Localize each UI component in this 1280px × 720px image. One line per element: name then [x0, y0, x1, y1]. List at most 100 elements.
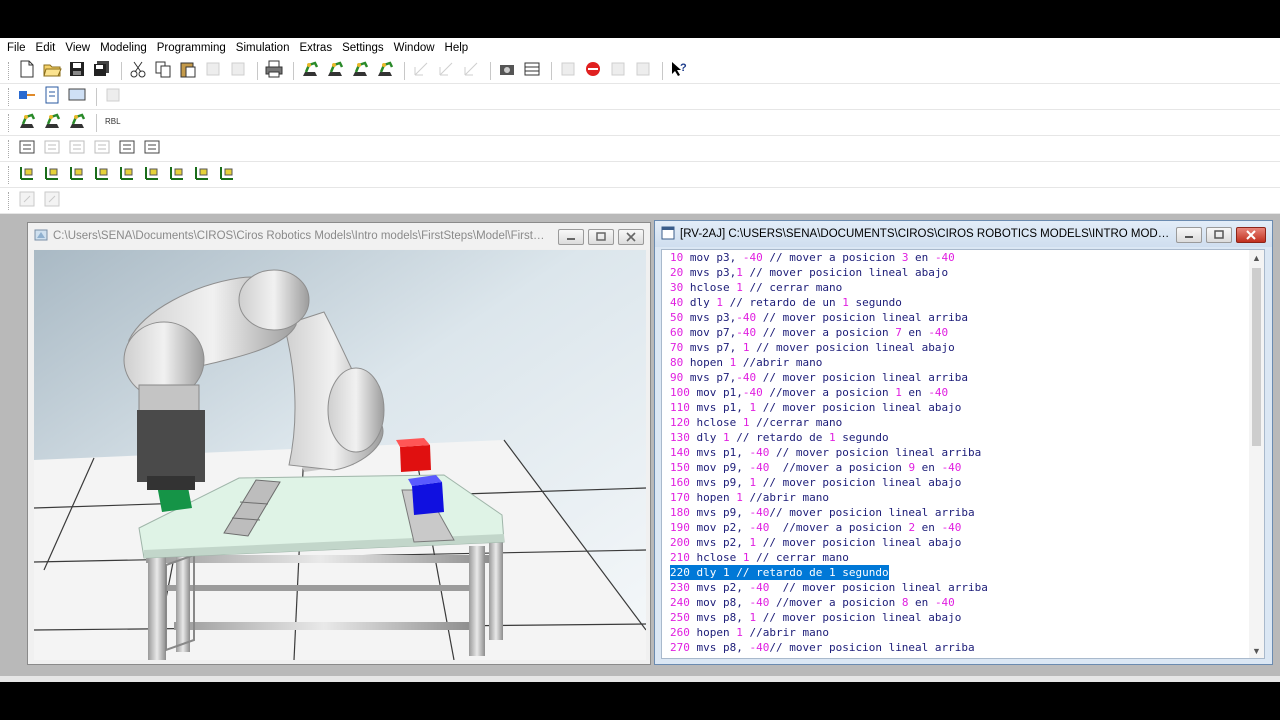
program-editor-titlebar[interactable]: [RV-2AJ] C:\USERS\SENA\DOCUMENTS\CIROS\C… [655, 221, 1272, 247]
redo-button[interactable] [227, 60, 249, 82]
robot-teach-button[interactable] [324, 60, 346, 82]
frame-base-button[interactable] [41, 164, 63, 186]
connect-button[interactable] [16, 86, 38, 108]
code-line[interactable]: 30 hclose 1 // cerrar mano [670, 280, 1250, 295]
monitor-button[interactable] [66, 86, 88, 108]
reset-button[interactable] [632, 60, 654, 82]
code-line[interactable]: 60 mov p7,-40 // mover a posicion 7 en -… [670, 325, 1250, 340]
code-line[interactable]: 190 mov p2, -40 //mover a posicion 2 en … [670, 520, 1250, 535]
model-3d-window[interactable]: C:\Users\SENA\Documents\CIROS\Ciros Robo… [27, 222, 651, 665]
io-grid-button[interactable] [141, 138, 163, 160]
code-line[interactable]: 160 mvs p9, 1 // mover posicion lineal a… [670, 475, 1250, 490]
robot-green-button[interactable] [66, 112, 88, 134]
document-button[interactable] [41, 86, 63, 108]
io-signal-button[interactable] [91, 138, 113, 160]
code-line[interactable]: 50 mvs p3,-40 // mover posicion lineal a… [670, 310, 1250, 325]
step-button[interactable] [607, 60, 629, 82]
rbl-button[interactable]: RBL [102, 112, 124, 134]
paste-button[interactable] [177, 60, 199, 82]
menu-file[interactable]: File [3, 38, 30, 58]
close-button[interactable] [1236, 227, 1266, 243]
frame-axis-button[interactable] [141, 164, 163, 186]
code-line[interactable]: 170 hopen 1 //abrir mano [670, 490, 1250, 505]
wand-button[interactable] [102, 86, 124, 108]
menu-programming[interactable]: Programming [153, 38, 230, 58]
frame-tool-button[interactable] [66, 164, 88, 186]
code-line[interactable]: 100 mov p1,-40 //mover a posicion 1 en -… [670, 385, 1250, 400]
code-line[interactable]: 120 hclose 1 //cerrar mano [670, 415, 1250, 430]
scrollbar-thumb[interactable] [1252, 268, 1261, 446]
camera-button[interactable] [496, 60, 518, 82]
code-line[interactable]: 150 mov p9, -40 //mover a posicion 9 en … [670, 460, 1250, 475]
stop-button[interactable] [582, 60, 604, 82]
toolbar-grip[interactable] [8, 61, 11, 80]
code-line[interactable]: 230 mvs p2, -40 // mover posicion lineal… [670, 580, 1250, 595]
frame-user-button[interactable] [91, 164, 113, 186]
frame-world-button[interactable] [16, 164, 38, 186]
vertical-scrollbar[interactable]: ▲ ▼ [1249, 250, 1264, 658]
code-line[interactable]: 40 dly 1 // retardo de un 1 segundo [670, 295, 1250, 310]
toolbar-grip[interactable] [8, 139, 11, 158]
play-button[interactable] [557, 60, 579, 82]
menu-modeling[interactable]: Modeling [96, 38, 151, 58]
minimize-button[interactable] [1176, 227, 1202, 243]
program-code-editor[interactable]: 10 mov p3, -40 // mover a posicion 3 en … [661, 249, 1265, 659]
frame-object-button[interactable] [116, 164, 138, 186]
film-button[interactable] [521, 60, 543, 82]
code-line[interactable]: 140 mvs p1, -40 // mover posicion lineal… [670, 445, 1250, 460]
code-line[interactable]: 250 mvs p8, 1 // mover posicion lineal a… [670, 610, 1250, 625]
toolbar-grip[interactable] [8, 191, 11, 210]
restore-button[interactable] [588, 229, 614, 245]
menu-view[interactable]: View [61, 38, 94, 58]
robot-move-button[interactable] [299, 60, 321, 82]
axis-y-button[interactable] [435, 60, 457, 82]
model-3d-titlebar[interactable]: C:\Users\SENA\Documents\CIROS\Ciros Robo… [28, 223, 650, 249]
undo-button[interactable] [202, 60, 224, 82]
code-line[interactable]: 180 mvs p9, -40// mover posicion lineal … [670, 505, 1250, 520]
io-in-button[interactable] [41, 138, 63, 160]
scroll-up-arrow-icon[interactable]: ▲ [1249, 250, 1264, 265]
menu-edit[interactable]: Edit [32, 38, 60, 58]
code-line[interactable]: 80 hopen 1 //abrir mano [670, 355, 1250, 370]
grid-edit-button[interactable] [41, 190, 63, 212]
code-line[interactable]: 110 mvs p1, 1 // mover posicion lineal a… [670, 400, 1250, 415]
close-button[interactable] [618, 229, 644, 245]
code-line[interactable]: 20 mvs p3,1 // mover posicion lineal aba… [670, 265, 1250, 280]
open-folder-button[interactable] [41, 60, 63, 82]
code-line[interactable]: 90 mvs p7,-40 // mover posicion lineal a… [670, 370, 1250, 385]
io-button[interactable] [16, 138, 38, 160]
code-line[interactable]: 240 mov p8, -40 //mover a posicion 8 en … [670, 595, 1250, 610]
code-line[interactable]: 220 dly 1 // retardo de 1 segundo [670, 565, 889, 580]
program-editor-window[interactable]: [RV-2AJ] C:\USERS\SENA\DOCUMENTS\CIROS\C… [654, 220, 1273, 665]
robot-step-button[interactable] [374, 60, 396, 82]
menu-window[interactable]: Window [390, 38, 439, 58]
robot-home-button[interactable] [16, 112, 38, 134]
robot-run-button[interactable] [349, 60, 371, 82]
io-monitor-button[interactable] [116, 138, 138, 160]
grid-small-button[interactable] [16, 190, 38, 212]
scroll-down-arrow-icon[interactable]: ▼ [1249, 643, 1264, 658]
frame-joint-button[interactable] [166, 164, 188, 186]
new-file-button[interactable] [16, 60, 38, 82]
toolbar-grip[interactable] [8, 165, 11, 184]
toolbar-grip[interactable] [8, 113, 11, 132]
copy-button[interactable] [152, 60, 174, 82]
save-all-button[interactable] [91, 60, 113, 82]
code-line[interactable]: 200 mvs p2, 1 // mover posicion lineal a… [670, 535, 1250, 550]
print-button[interactable] [263, 60, 285, 82]
menu-settings[interactable]: Settings [338, 38, 388, 58]
save-button[interactable] [66, 60, 88, 82]
restore-button[interactable] [1206, 227, 1232, 243]
code-line[interactable]: 270 mvs p8, -40// mover posicion lineal … [670, 640, 1250, 655]
code-line[interactable]: 210 hclose 1 // cerrar mano [670, 550, 1250, 565]
cut-button[interactable] [127, 60, 149, 82]
io-out-button[interactable] [66, 138, 88, 160]
toolbar-grip[interactable] [8, 87, 11, 106]
axis-x-button[interactable] [410, 60, 432, 82]
frame-path-button[interactable] [216, 164, 238, 186]
code-line[interactable]: 130 dly 1 // retardo de 1 segundo [670, 430, 1250, 445]
minimize-button[interactable] [558, 229, 584, 245]
menu-simulation[interactable]: Simulation [232, 38, 294, 58]
simulation-3d-viewport[interactable] [34, 250, 646, 660]
axis-z-button[interactable] [460, 60, 482, 82]
